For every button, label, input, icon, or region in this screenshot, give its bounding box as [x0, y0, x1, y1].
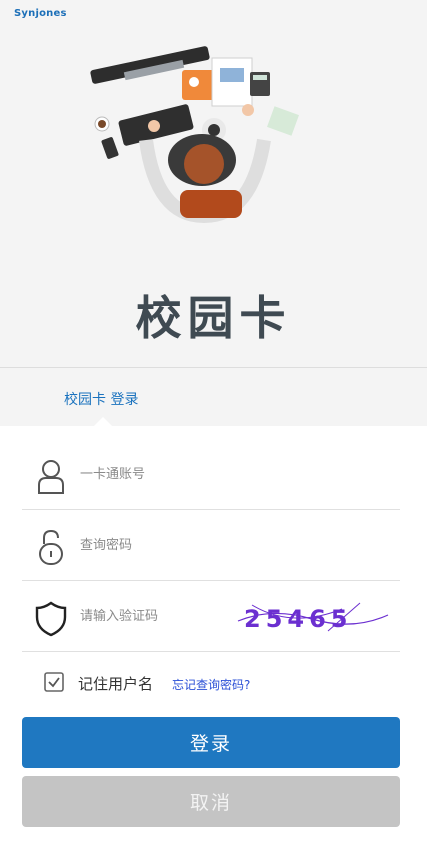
forgot-password-link[interactable]: 忘记查询密码?: [172, 676, 250, 693]
account-row: [22, 439, 400, 510]
tab-indicator: [94, 417, 112, 426]
remember-label: 记住用户名: [78, 675, 154, 693]
cancel-button[interactable]: 取消: [22, 776, 400, 827]
password-input[interactable]: [80, 510, 380, 580]
password-row: [22, 510, 400, 581]
captcha-image[interactable]: 25465: [232, 599, 390, 635]
synjones-logo: Synjones: [14, 8, 67, 19]
account-input[interactable]: [80, 439, 380, 509]
shield-icon: [35, 601, 67, 637]
brand-title: 校园卡: [135, 291, 292, 345]
remember-row: 记住用户名 忘记查询密码?: [44, 672, 394, 696]
user-icon: [38, 460, 64, 494]
lock-icon: [39, 529, 63, 565]
desk-illustration: [90, 46, 299, 224]
captcha-row: 25465: [22, 581, 400, 652]
login-button[interactable]: 登录: [22, 717, 400, 768]
remember-checkbox[interactable]: [44, 672, 64, 692]
header-area: Synjones 校园卡: [0, 0, 427, 368]
captcha-input[interactable]: [80, 581, 230, 651]
tab-campus-card-login[interactable]: 校园卡 登录: [64, 389, 138, 409]
captcha-code: 25465: [244, 605, 353, 633]
